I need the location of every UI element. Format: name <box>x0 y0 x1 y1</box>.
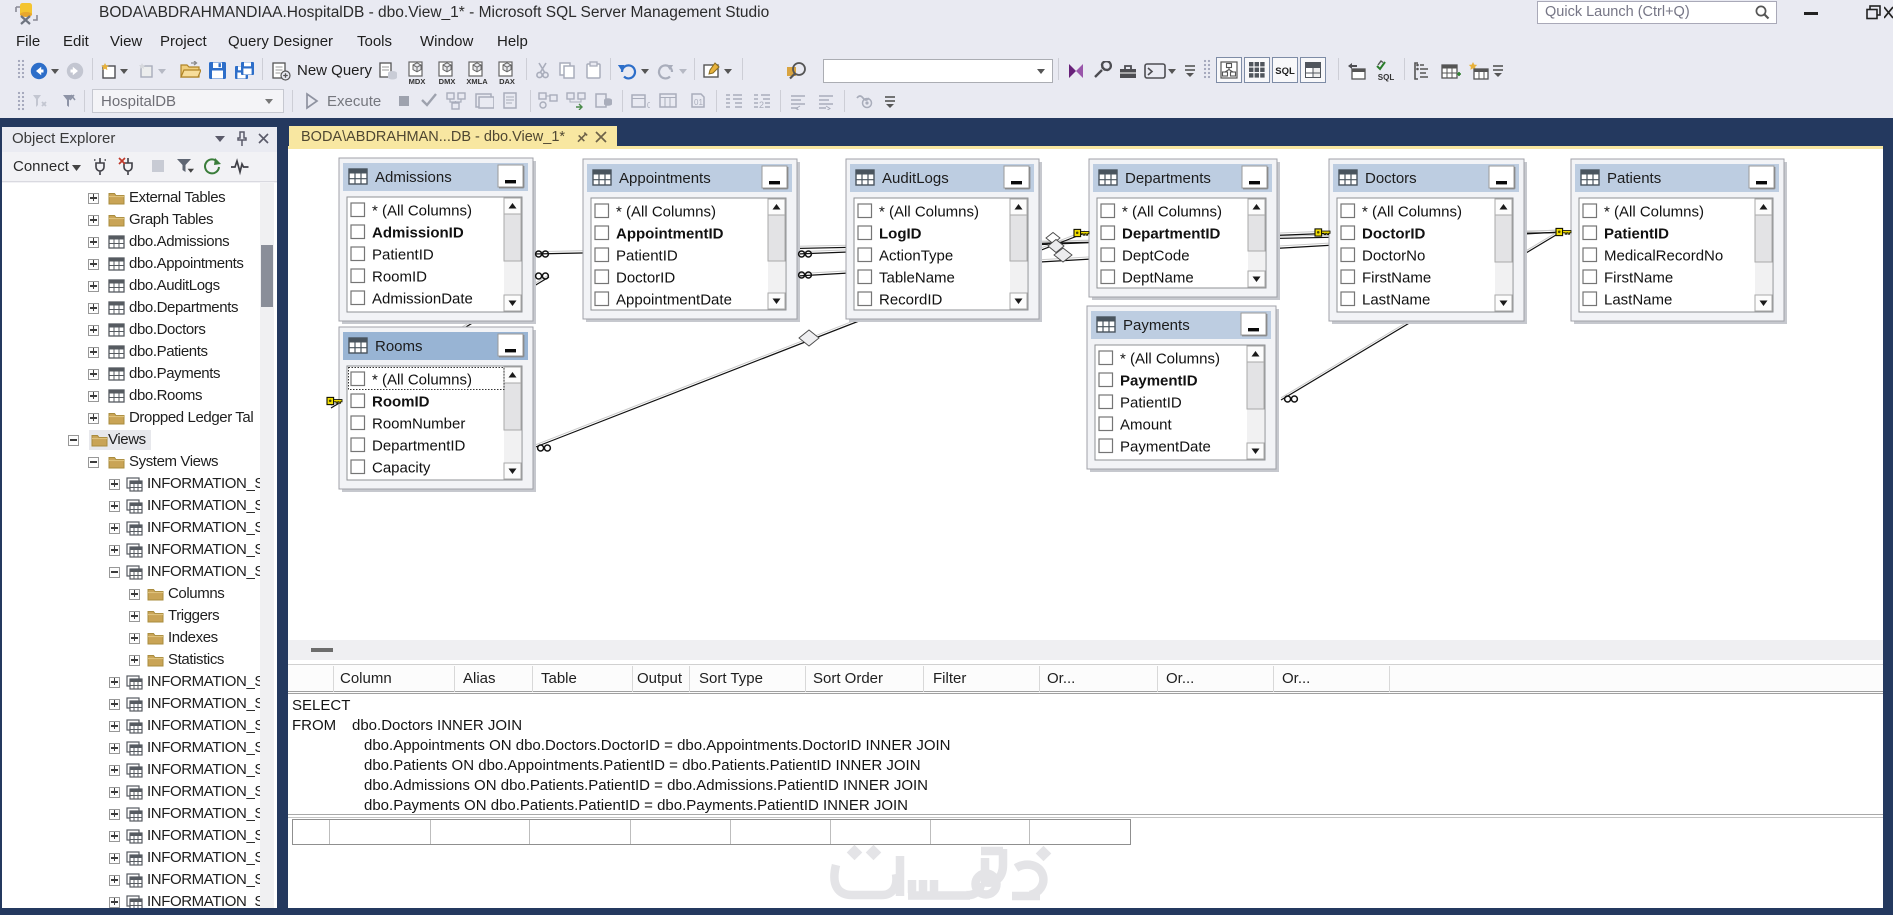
svg-text:DepartmentID: DepartmentID <box>372 438 466 455</box>
svg-text:DoctorNo: DoctorNo <box>1362 248 1425 265</box>
svg-text:FirstName: FirstName <box>1362 270 1431 287</box>
svg-text:AppointmentDate: AppointmentDate <box>616 292 732 309</box>
svg-text:MDX: MDX <box>409 77 426 85</box>
svg-text:* (All Columns): * (All Columns) <box>1362 204 1462 221</box>
svg-text:AuditLogs: AuditLogs <box>882 170 949 187</box>
svg-text:PaymentID: PaymentID <box>1120 373 1198 390</box>
svg-text:LastName: LastName <box>1362 292 1430 309</box>
svg-text:* (All Columns): * (All Columns) <box>372 372 472 389</box>
svg-text:Admissions: Admissions <box>375 169 452 186</box>
svg-text:LogID: LogID <box>879 226 922 243</box>
svg-text:* (All Columns): * (All Columns) <box>1604 204 1704 221</box>
svg-text:DoctorID: DoctorID <box>1362 226 1426 243</box>
svg-text:PatientID: PatientID <box>1604 226 1669 243</box>
svg-text:PaymentDate: PaymentDate <box>1120 439 1211 456</box>
svg-text:PatientID: PatientID <box>372 247 434 264</box>
svg-text:Amount: Amount <box>1120 417 1173 434</box>
svg-text:2: 2 <box>759 100 764 110</box>
svg-text:PatientID: PatientID <box>1120 395 1182 412</box>
svg-text:Capacity: Capacity <box>372 460 431 477</box>
svg-text:ActionType: ActionType <box>879 248 953 265</box>
svg-text:MedicalRecordNo: MedicalRecordNo <box>1604 248 1723 265</box>
svg-text:AppointmentID: AppointmentID <box>616 226 724 243</box>
svg-text:AdmissionDate: AdmissionDate <box>372 291 473 308</box>
svg-text:* (All Columns): * (All Columns) <box>616 204 716 221</box>
svg-text:TableName: TableName <box>879 270 955 287</box>
svg-text:Doctors: Doctors <box>1365 170 1417 187</box>
svg-text:DMX: DMX <box>439 77 456 85</box>
svg-text:LastName: LastName <box>1604 292 1672 309</box>
svg-text:Rooms: Rooms <box>375 338 423 355</box>
svg-text:Departments: Departments <box>1125 170 1211 187</box>
svg-text:DeptCode: DeptCode <box>1122 248 1190 265</box>
svg-text:DeptName: DeptName <box>1122 270 1194 287</box>
svg-text:Payments: Payments <box>1123 317 1190 334</box>
svg-text:* (All Columns): * (All Columns) <box>1120 351 1220 368</box>
svg-text:SQL: SQL <box>1378 73 1395 82</box>
svg-text:* (All Columns): * (All Columns) <box>372 203 472 220</box>
svg-text:XMLA: XMLA <box>466 77 488 85</box>
svg-text:01: 01 <box>647 101 650 110</box>
svg-text:RoomNumber: RoomNumber <box>372 416 465 433</box>
svg-text:DepartmentID: DepartmentID <box>1122 226 1221 243</box>
svg-text:01: 01 <box>694 98 703 107</box>
svg-text:RoomID: RoomID <box>372 394 430 411</box>
svg-text:FirstName: FirstName <box>1604 270 1673 287</box>
svg-text:* (All Columns): * (All Columns) <box>879 204 979 221</box>
svg-text:AdmissionID: AdmissionID <box>372 225 464 242</box>
svg-text:RecordID: RecordID <box>879 292 943 309</box>
svg-text:Appointments: Appointments <box>619 170 711 187</box>
svg-text:* (All Columns): * (All Columns) <box>1122 204 1222 221</box>
svg-text:PatientID: PatientID <box>616 248 678 265</box>
svg-text:DAX: DAX <box>499 77 515 85</box>
svg-text:RoomID: RoomID <box>372 269 427 286</box>
svg-text:DoctorID: DoctorID <box>616 270 675 287</box>
svg-text:SQL: SQL <box>1275 66 1295 77</box>
svg-text:Patients: Patients <box>1607 170 1661 187</box>
